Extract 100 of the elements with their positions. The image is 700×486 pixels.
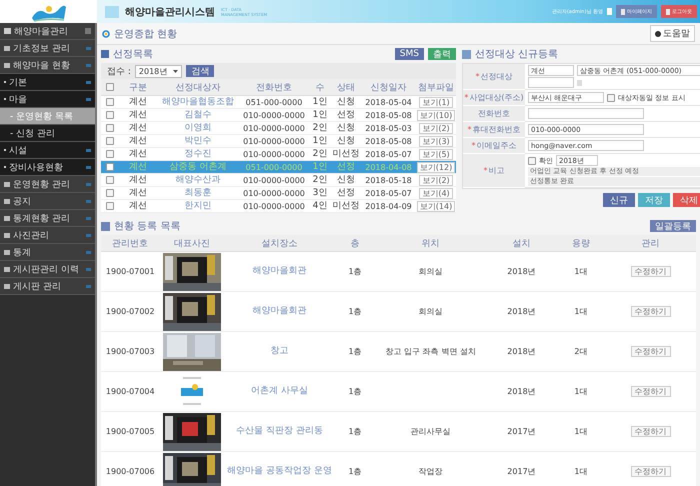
section-title: 선정목록	[113, 48, 153, 61]
view-button[interactable]: 보기(3)	[419, 136, 453, 146]
sidebar-item[interactable]: 통계	[0, 244, 95, 261]
view-button[interactable]: 보기(2)	[419, 122, 453, 134]
sidebar-item[interactable]: 게시판 관리	[0, 278, 95, 295]
view-button[interactable]: 보기(10)	[416, 110, 456, 120]
sidebar-item[interactable]: 게시판관리 이력	[0, 261, 95, 278]
sms-button[interactable]: SMS	[394, 48, 424, 60]
name-link[interactable]: 김철수	[157, 108, 239, 122]
edit-button[interactable]: 수정하기	[630, 386, 671, 397]
table-row[interactable]: 계선 삼중동 어촌계 051-000-0000 1인 선정 2018-04-08 보기(12)	[101, 160, 456, 174]
question-icon	[655, 30, 661, 36]
table-cell: 3인	[309, 186, 331, 200]
sidebar-item[interactable]: 통계현황 관리	[0, 210, 95, 227]
edit-button[interactable]: 수정하기	[630, 466, 671, 477]
checkbox[interactable]	[106, 111, 114, 120]
table-cell: 010-0000-0000	[239, 200, 309, 212]
bulk-register-button[interactable]: 일괄등록	[650, 220, 696, 232]
name-link[interactable]: 박민수	[157, 134, 239, 148]
place-link[interactable]: 해양마을 공동작업장 운영	[224, 452, 335, 486]
column-header: 설치장소	[224, 235, 335, 252]
caret-icon	[173, 70, 178, 72]
checkbox[interactable]	[106, 124, 114, 132]
new-button[interactable]: 신규	[603, 193, 635, 207]
sidebar-item[interactable]: 시설	[0, 142, 95, 159]
year-select[interactable]: 2018년	[134, 64, 182, 78]
table-row[interactable]: 계선 박민수 010-0000-0000 1인 신청 2018-05-08 보기(3)	[101, 134, 456, 148]
place-link[interactable]: 해양마을회관	[224, 292, 335, 332]
checkbox[interactable]	[106, 189, 114, 198]
table-row[interactable]: 계선 한지민 010-0000-0000 4인 미선정 2018-04-09 보기(14)	[101, 200, 456, 212]
expand-icon[interactable]	[86, 182, 91, 186]
table-cell: 2017년	[486, 412, 557, 452]
checkbox[interactable]	[106, 82, 114, 91]
input-field[interactable]	[528, 77, 574, 88]
checkbox[interactable]	[106, 137, 114, 146]
checkbox[interactable]	[106, 202, 114, 210]
name-link[interactable]: 해양수산과	[157, 174, 239, 186]
column-header: 수	[309, 79, 331, 96]
sidebar-item[interactable]: 장비사용현황	[0, 159, 95, 176]
place-link[interactable]: 창고	[224, 332, 335, 372]
view-button[interactable]: 보기(1)	[419, 96, 453, 108]
expand-icon[interactable]	[86, 64, 91, 66]
edit-button[interactable]: 수정하기	[630, 266, 671, 277]
place-link[interactable]: 해양마을회관	[224, 252, 335, 292]
sidebar-item[interactable]: 해양마을 현황	[0, 57, 95, 74]
view-button[interactable]: 보기(4)	[419, 188, 453, 198]
view-button[interactable]: 보기(14)	[416, 200, 456, 212]
table-row[interactable]: 계선 이영희 010-0000-0000 2인 신청 2018-05-03 보기(2)	[101, 122, 456, 134]
view-button[interactable]: 보기(5)	[419, 148, 453, 160]
expand-icon[interactable]	[86, 200, 91, 202]
help-button[interactable]: 도움말	[650, 25, 695, 42]
edit-button[interactable]: 수정하기	[630, 306, 671, 317]
checkbox[interactable]	[607, 94, 615, 102]
expand-icon[interactable]	[86, 148, 91, 152]
place-link[interactable]: 수산물 직판장 관리동	[224, 412, 335, 452]
sidebar-item[interactable]: - 신청 관리	[0, 125, 95, 142]
table-row[interactable]: 계선 해양마을협동조합 051-000-0000 1인 신청 2018-05-04 보기(1)	[101, 96, 456, 108]
name-link[interactable]: 한지민	[157, 200, 239, 212]
expand-icon[interactable]	[86, 98, 91, 100]
checkbox[interactable]	[106, 176, 114, 184]
delete-button[interactable]: 삭제	[673, 193, 700, 207]
print-button[interactable]: 출력	[428, 48, 456, 60]
sidebar-item[interactable]: 마을	[0, 91, 95, 108]
section-icon	[101, 50, 109, 58]
sidebar-item[interactable]: 공지	[0, 193, 95, 210]
expand-icon[interactable]	[86, 250, 91, 254]
table-row[interactable]: 계선 김철수 010-0000-0000 1인 선정 2018-05-08 보기(10)	[101, 108, 456, 122]
expand-icon[interactable]	[86, 284, 91, 288]
expand-icon[interactable]	[86, 46, 91, 50]
checkbox[interactable]	[528, 156, 536, 164]
table-row[interactable]: 계선 해양수산과 010-0000-0000 2인 신청 2018-05-18 보기(2)	[101, 174, 456, 186]
view-button[interactable]: 보기(2)	[419, 174, 453, 186]
place-link[interactable]: 어촌계 사무실	[224, 372, 335, 412]
checkbox[interactable]	[106, 163, 114, 172]
sidebar-item[interactable]: 사진관리	[0, 227, 95, 244]
table-cell: 미선정	[331, 200, 361, 212]
sidebar-item[interactable]: 운영현황 관리	[0, 176, 95, 193]
table-row[interactable]: 계선 최동훈 010-0000-0000 3인 선정 2018-05-07 보기(4)	[101, 186, 456, 200]
view-button[interactable]: 보기(12)	[416, 162, 456, 172]
expand-icon[interactable]	[86, 80, 91, 84]
table-cell: 051-000-0000	[239, 96, 309, 108]
sidebar-item[interactable]: 기본	[0, 74, 95, 91]
expand-icon[interactable]	[86, 166, 91, 168]
name-link[interactable]: 해양마을협동조합	[157, 96, 239, 108]
expand-icon[interactable]	[86, 234, 91, 236]
input-field[interactable]	[528, 108, 644, 119]
loading-icon	[102, 30, 110, 38]
sidebar-item[interactable]: 해양마을관리	[0, 23, 95, 40]
expand-icon[interactable]	[86, 268, 91, 270]
search-button[interactable]: 검색	[186, 65, 214, 77]
checkbox[interactable]	[106, 150, 114, 158]
edit-button[interactable]: 수정하기	[630, 346, 671, 357]
edit-button[interactable]: 수정하기	[630, 426, 671, 437]
name-link[interactable]: 최동훈	[157, 186, 239, 200]
expand-icon[interactable]	[86, 216, 91, 220]
name-link[interactable]: 이영희	[157, 122, 239, 134]
checkbox[interactable]	[106, 98, 114, 106]
table-cell: 2018-05-04	[361, 96, 416, 108]
table-cell: 010-0000-0000	[239, 108, 309, 122]
sidebar-item[interactable]: 기초정보 관리	[0, 40, 95, 57]
